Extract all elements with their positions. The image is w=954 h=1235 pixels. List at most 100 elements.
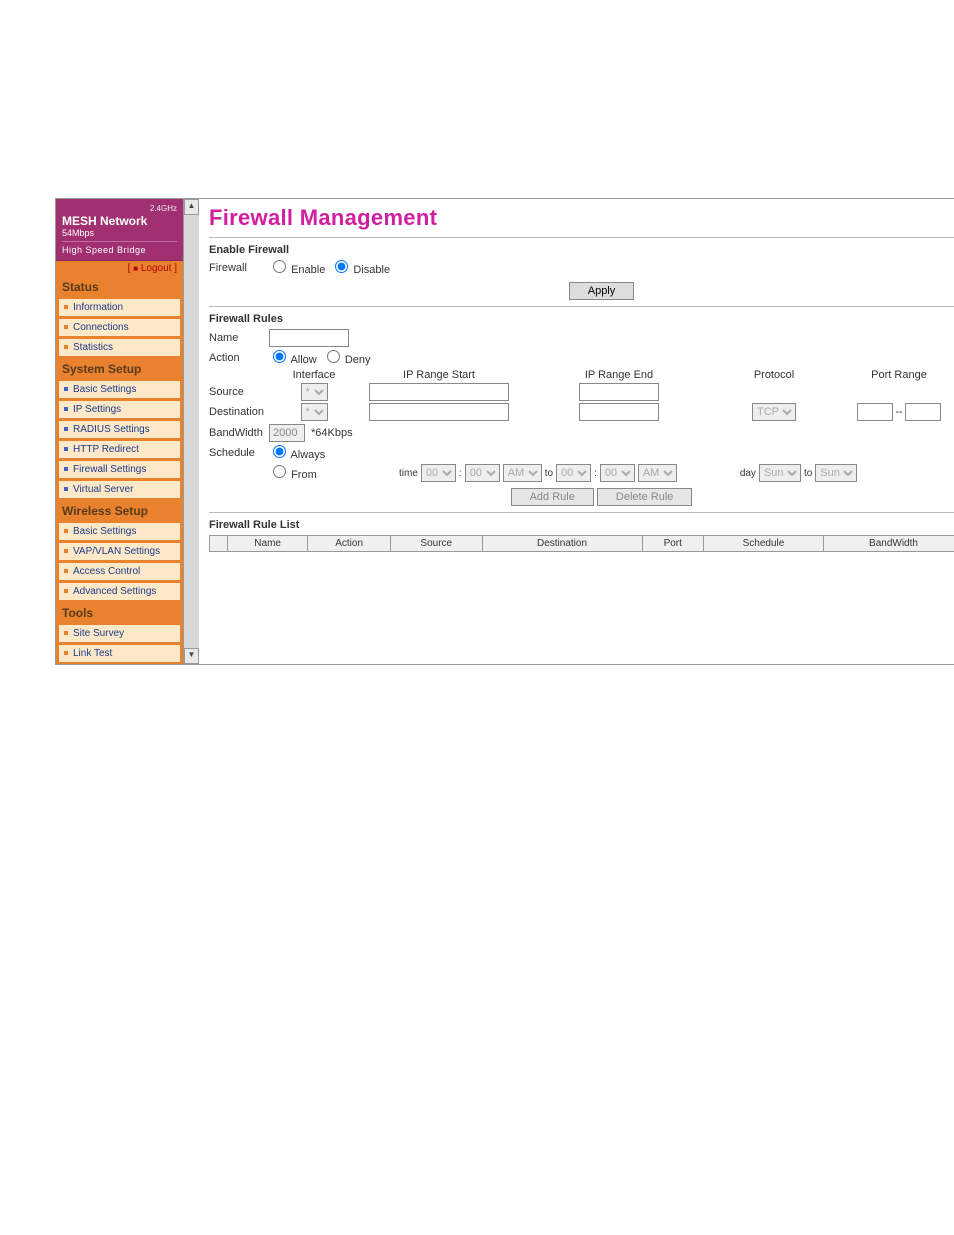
col-port: Port bbox=[642, 536, 704, 552]
col-checkbox bbox=[210, 536, 228, 552]
nav-statistics[interactable]: Statistics bbox=[58, 338, 181, 357]
destination-ip-start-input[interactable] bbox=[369, 403, 509, 421]
divider bbox=[209, 237, 954, 238]
from-radio-label[interactable]: From bbox=[269, 465, 329, 481]
logout-row: [ ■ Logout ] bbox=[56, 261, 183, 276]
destination-ip-end-input[interactable] bbox=[579, 403, 659, 421]
schedule-label: Schedule bbox=[209, 447, 269, 459]
col-name: Name bbox=[228, 536, 308, 552]
nav-ip-settings[interactable]: IP Settings bbox=[58, 400, 181, 419]
add-rule-button[interactable]: Add Rule bbox=[511, 488, 594, 506]
sidebar: 2.4GHz MESH Network 54Mbps High Speed Br… bbox=[56, 199, 183, 664]
speed-label: 54Mbps bbox=[62, 227, 177, 239]
destination-interface-select[interactable]: * bbox=[301, 403, 328, 421]
ip-range-start-header: IP Range Start bbox=[349, 369, 529, 381]
source-label: Source bbox=[209, 386, 269, 398]
disable-radio-label[interactable]: Disable bbox=[331, 260, 390, 276]
port-range-end-input[interactable] bbox=[905, 403, 941, 421]
col-schedule: Schedule bbox=[704, 536, 824, 552]
logout-bullet: ■ bbox=[133, 264, 138, 273]
interface-header: Interface bbox=[279, 369, 349, 381]
deny-radio[interactable] bbox=[327, 350, 340, 363]
allow-radio[interactable] bbox=[273, 350, 286, 363]
nav-http-redirect[interactable]: HTTP Redirect bbox=[58, 440, 181, 459]
nav-link-test[interactable]: Link Test bbox=[58, 644, 181, 663]
page-title: Firewall Management bbox=[209, 205, 954, 231]
name-label: Name bbox=[209, 332, 269, 344]
nav-advanced-settings[interactable]: Advanced Settings bbox=[58, 582, 181, 601]
destination-label: Destination bbox=[209, 406, 269, 418]
ip-range-end-header: IP Range End bbox=[529, 369, 709, 381]
bridge-label: High Speed Bridge bbox=[62, 241, 177, 256]
source-ip-end-input[interactable] bbox=[579, 383, 659, 401]
nav-firewall-settings[interactable]: Firewall Settings bbox=[58, 460, 181, 479]
sidebar-header: 2.4GHz MESH Network 54Mbps High Speed Br… bbox=[56, 199, 183, 261]
rule-list-table: Name Action Source Destination Port Sche… bbox=[209, 535, 954, 552]
col-action: Action bbox=[308, 536, 391, 552]
disable-radio[interactable] bbox=[335, 260, 348, 273]
firewall-rules-heading: Firewall Rules bbox=[209, 313, 954, 325]
time-label: time bbox=[399, 468, 418, 479]
always-radio-label[interactable]: Always bbox=[269, 445, 325, 461]
apply-button[interactable]: Apply bbox=[569, 282, 635, 300]
name-input[interactable] bbox=[269, 329, 349, 347]
nav-vap-vlan-settings[interactable]: VAP/VLAN Settings bbox=[58, 542, 181, 561]
protocol-header: Protocol bbox=[709, 369, 839, 381]
enable-firewall-heading: Enable Firewall bbox=[209, 244, 954, 256]
enable-radio-label[interactable]: Enable bbox=[269, 260, 325, 276]
port-range-header: Port Range bbox=[839, 369, 954, 381]
allow-radio-label[interactable]: Allow bbox=[269, 350, 317, 366]
nav-connections[interactable]: Connections bbox=[58, 318, 181, 337]
section-status: Status bbox=[56, 276, 183, 298]
nav-radius-settings[interactable]: RADIUS Settings bbox=[58, 420, 181, 439]
col-source: Source bbox=[391, 536, 483, 552]
port-range-start-input[interactable] bbox=[857, 403, 893, 421]
section-system-setup: System Setup bbox=[56, 358, 183, 380]
scroll-down-icon[interactable]: ▼ bbox=[184, 648, 199, 664]
from-radio[interactable] bbox=[273, 465, 286, 478]
section-wireless-setup: Wireless Setup bbox=[56, 500, 183, 522]
port-range-separator: -- bbox=[895, 406, 902, 418]
action-label: Action bbox=[209, 352, 269, 364]
scroll-thumb[interactable] bbox=[184, 215, 199, 648]
sidebar-scrollbar[interactable]: ▲ ▼ bbox=[183, 199, 199, 664]
scroll-up-icon[interactable]: ▲ bbox=[184, 199, 199, 215]
to-label-2: to bbox=[804, 468, 812, 479]
time-from-min-select[interactable]: 00 bbox=[465, 464, 500, 482]
day-to-select[interactable]: Sun bbox=[815, 464, 857, 482]
time-to-min-select[interactable]: 00 bbox=[600, 464, 635, 482]
to-label-1: to bbox=[545, 468, 553, 479]
bandwidth-input[interactable] bbox=[269, 424, 305, 442]
day-from-select[interactable]: Sun bbox=[759, 464, 801, 482]
protocol-select[interactable]: TCP bbox=[752, 403, 796, 421]
firewall-label: Firewall bbox=[209, 262, 269, 274]
time-from-ampm-select[interactable]: AM bbox=[503, 464, 542, 482]
time-to-hour-select[interactable]: 00 bbox=[556, 464, 591, 482]
col-destination: Destination bbox=[482, 536, 642, 552]
nav-basic-settings-system[interactable]: Basic Settings bbox=[58, 380, 181, 399]
always-radio[interactable] bbox=[273, 445, 286, 458]
time-to-ampm-select[interactable]: AM bbox=[638, 464, 677, 482]
col-bandwidth: BandWidth bbox=[824, 536, 954, 552]
nav-virtual-server[interactable]: Virtual Server bbox=[58, 480, 181, 499]
source-interface-select[interactable]: * bbox=[301, 383, 328, 401]
time-from-hour-select[interactable]: 00 bbox=[421, 464, 456, 482]
bandwidth-label: BandWidth bbox=[209, 427, 269, 439]
enable-radio[interactable] bbox=[273, 260, 286, 273]
nav-basic-settings-wireless[interactable]: Basic Settings bbox=[58, 522, 181, 541]
nav-access-control[interactable]: Access Control bbox=[58, 562, 181, 581]
nav-information[interactable]: Information bbox=[58, 298, 181, 317]
product-title: MESH Network bbox=[62, 215, 177, 227]
source-ip-start-input[interactable] bbox=[369, 383, 509, 401]
delete-rule-button[interactable]: Delete Rule bbox=[597, 488, 692, 506]
divider bbox=[209, 512, 954, 513]
bandwidth-unit: *64Kbps bbox=[311, 427, 353, 439]
deny-radio-label[interactable]: Deny bbox=[323, 350, 371, 366]
logout-link[interactable]: Logout bbox=[141, 263, 172, 274]
day-label: day bbox=[740, 468, 756, 479]
content-area: Firewall Management Enable Firewall Fire… bbox=[199, 199, 954, 664]
nav-site-survey[interactable]: Site Survey bbox=[58, 624, 181, 643]
section-tools: Tools bbox=[56, 602, 183, 624]
divider bbox=[209, 306, 954, 307]
firewall-rule-list-heading: Firewall Rule List bbox=[209, 519, 954, 531]
